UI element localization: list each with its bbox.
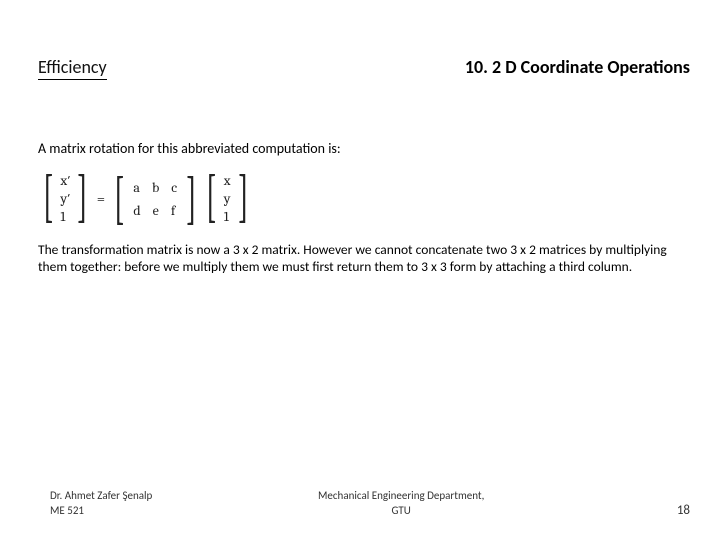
slide-topic-right: 10. 2 D Coordinate Operations bbox=[465, 56, 690, 78]
lhs-0: x′ bbox=[60, 172, 70, 190]
m-r2c2: e bbox=[153, 202, 159, 219]
bracket-icon: [ bbox=[206, 168, 217, 230]
bracket-icon: [ bbox=[43, 168, 54, 230]
lhs-2: 1 bbox=[60, 208, 70, 226]
lhs-1: y′ bbox=[60, 190, 70, 208]
equals-sign: = bbox=[97, 190, 105, 208]
bracket-icon: ] bbox=[237, 168, 248, 230]
rhs-2: 1 bbox=[224, 208, 231, 226]
footer-dept: Mechanical Engineering Department, bbox=[152, 489, 650, 503]
footer-author: Dr. Ahmet Zafer Şenalp bbox=[50, 489, 152, 503]
rhs-1: y bbox=[224, 190, 231, 208]
bracket-icon: ] bbox=[186, 170, 197, 228]
m-r1c2: b bbox=[152, 179, 159, 196]
slide-footer: Dr. Ahmet Zafer Şenalp ME 521 Mechanical… bbox=[0, 489, 720, 518]
slide-topic-left: Efficiency bbox=[38, 56, 107, 80]
intro-text: A matrix rotation for this abbreviated c… bbox=[38, 140, 690, 157]
m-r2c3: f bbox=[171, 202, 175, 219]
bracket-icon: [ bbox=[114, 170, 125, 228]
rhs-0: x bbox=[224, 172, 231, 190]
footer-course: ME 521 bbox=[50, 504, 152, 518]
m-r1c1: a bbox=[133, 179, 140, 196]
bracket-icon: ] bbox=[77, 168, 88, 230]
m-r1c3: c bbox=[171, 179, 177, 196]
body-paragraph: The transformation matrix is now a 3 x 2… bbox=[38, 242, 680, 276]
m-r2c1: d bbox=[133, 202, 140, 219]
matrix-equation: [ x′ y′ 1 ] = [ a b c d bbox=[38, 168, 253, 230]
page-number: 18 bbox=[650, 503, 690, 518]
footer-uni: GTU bbox=[152, 504, 650, 518]
